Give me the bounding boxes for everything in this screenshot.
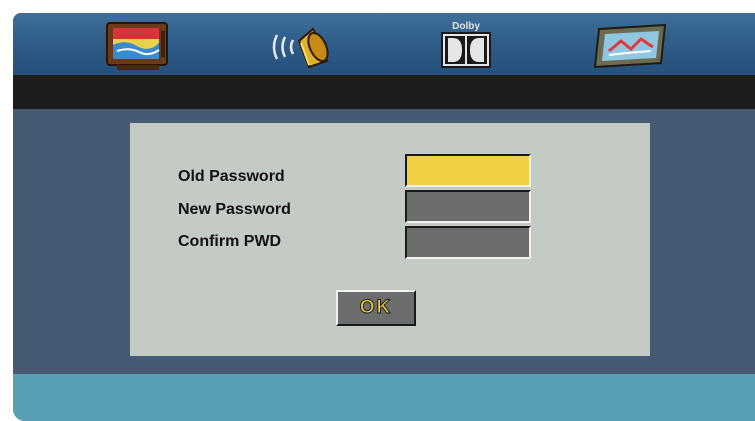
menu-separator-bar [13,75,755,109]
password-dialog: Old Password New Password Confirm PWD OK [130,123,650,356]
status-bar [13,374,755,421]
audio-speaker-icon[interactable] [265,21,343,69]
ok-button[interactable]: OK [336,290,416,326]
new-password-label: New Password [178,201,291,218]
setup-screen: Dolby Old Password New Password Confirm … [13,13,755,421]
dolby-digital-icon[interactable]: Dolby [431,17,501,68]
confirm-password-label: Confirm PWD [178,233,282,250]
old-password-label: Old Password [178,168,285,185]
menu-tab-bar: Dolby [13,13,755,75]
old-password-field[interactable] [405,154,531,187]
picture-tv-icon[interactable] [103,21,173,70]
confirm-password-field[interactable] [405,226,531,259]
preference-icon[interactable] [589,21,673,69]
new-password-field[interactable] [405,190,531,223]
dolby-label: Dolby [452,21,480,32]
